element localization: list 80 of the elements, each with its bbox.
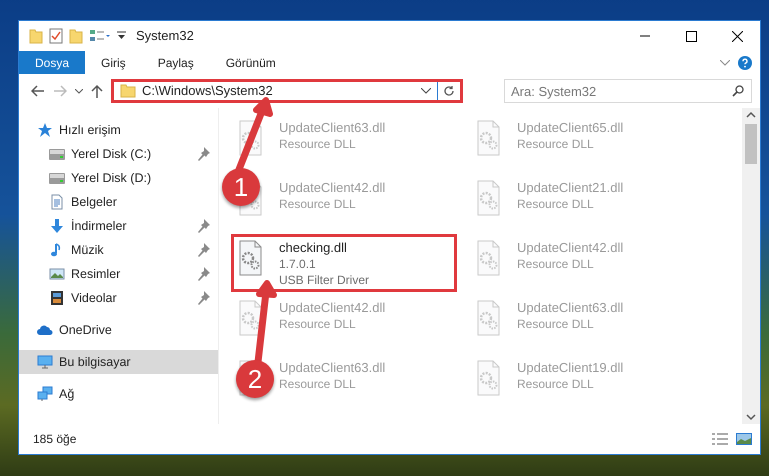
sidebar-item[interactable]: Videolar xyxy=(19,286,218,310)
chevron-icon[interactable] xyxy=(720,60,730,66)
details-view-icon[interactable] xyxy=(712,433,728,445)
maximize-icon xyxy=(686,30,696,42)
address-path: C:\Windows\System32 xyxy=(142,82,274,100)
file-item[interactable]: checking.dll 1.7.0.1 USB Filter Driver xyxy=(231,234,457,292)
dropdown-icon[interactable] xyxy=(117,31,126,41)
minimize-icon xyxy=(640,35,650,37)
sidebar-item[interactable]: Bu bilgisayar xyxy=(19,350,218,374)
sidebar-label: Yerel Disk (C:) xyxy=(71,146,152,163)
help-icon[interactable] xyxy=(738,56,752,70)
file-detail: Resource DLL xyxy=(279,376,357,392)
computer-icon xyxy=(37,354,53,370)
dll-file-icon xyxy=(476,240,501,276)
network-icon xyxy=(37,386,53,402)
sidebar-label: Hızlı erişim xyxy=(59,122,122,139)
file-detail: Resource DLL xyxy=(517,136,595,152)
search-icon xyxy=(732,85,744,97)
sidebar-item[interactable]: Yerel Disk (C:) xyxy=(19,142,218,166)
file-detail: Resource DLL xyxy=(517,376,595,392)
sidebar-label: Müzik xyxy=(71,242,105,259)
file-detail: USB Filter Driver xyxy=(279,272,370,288)
file-name: checking.dll xyxy=(279,240,348,256)
address-bar[interactable]: C:\Windows\System32 xyxy=(111,79,463,103)
window-title: System32 xyxy=(136,27,194,46)
sidebar-label: İndirmeler xyxy=(71,218,128,235)
sidebar-label: Ağ xyxy=(59,386,76,403)
file-detail: Resource DLL xyxy=(279,196,357,212)
dropdown-icon[interactable] xyxy=(421,88,431,94)
sidebar-item[interactable]: Ağ xyxy=(19,382,218,406)
document-icon xyxy=(49,194,65,210)
picture-icon xyxy=(49,266,65,282)
file-detail: Resource DLL xyxy=(517,316,595,332)
file-detail: Resource DLL xyxy=(517,196,595,212)
refresh-icon[interactable] xyxy=(443,85,455,97)
checklist-icon[interactable] xyxy=(49,28,63,44)
drive-icon xyxy=(49,146,65,162)
item-count: 185 öğe xyxy=(33,431,76,448)
sidebar-item[interactable]: İndirmeler xyxy=(19,214,218,238)
scrollbar[interactable] xyxy=(742,108,760,424)
dll-file-icon xyxy=(238,240,263,276)
sidebar-item[interactable]: Resimler xyxy=(19,262,218,286)
ribbon-tab[interactable]: Dosya xyxy=(19,51,86,74)
download-arrow-icon xyxy=(49,218,65,234)
sidebar-item[interactable]: OneDrive xyxy=(19,318,218,342)
sidebar-label: Yerel Disk (D:) xyxy=(71,170,152,187)
sidebar-label: Bu bilgisayar xyxy=(59,354,132,371)
folder-icon xyxy=(120,84,136,98)
file-detail: 1.7.0.1 xyxy=(279,256,317,272)
sidebar-label: OneDrive xyxy=(59,322,113,339)
recent-locations-button[interactable] xyxy=(75,88,83,94)
drive-icon xyxy=(49,170,65,186)
tiles-view-icon[interactable] xyxy=(736,433,752,445)
ribbon-tab[interactable]: Görünüm xyxy=(210,51,292,74)
dll-file-icon xyxy=(238,300,263,336)
dll-file-icon xyxy=(476,120,501,156)
file-detail: Resource DLL xyxy=(279,316,357,332)
sidebar-item[interactable]: Hızlı erişim xyxy=(19,118,218,142)
ribbon-tab[interactable]: Paylaş xyxy=(142,51,210,74)
sidebar-item[interactable]: Müzik xyxy=(19,238,218,262)
close-icon xyxy=(732,30,742,42)
file-detail: Resource DLL xyxy=(279,136,357,152)
sidebar-item[interactable]: Yerel Disk (D:) xyxy=(19,166,218,190)
star-icon xyxy=(37,122,53,138)
sidebar-label: Videolar xyxy=(71,290,118,307)
search-field[interactable]: Ara: System32 xyxy=(504,79,752,103)
dll-file-icon xyxy=(476,180,501,216)
scrollbar-thumb[interactable] xyxy=(745,124,757,164)
sidebar-item[interactable]: Belgeler xyxy=(19,190,218,214)
back-button[interactable] xyxy=(31,85,45,97)
dll-file-icon xyxy=(476,300,501,336)
properties-icon[interactable] xyxy=(89,29,111,43)
sidebar-label: Resimler xyxy=(71,266,122,283)
dll-file-icon xyxy=(238,120,263,156)
ribbon-tab[interactable]: Giriş xyxy=(85,51,142,74)
dll-file-icon xyxy=(476,360,501,396)
file-detail: Resource DLL xyxy=(517,256,595,272)
sidebar-label: Belgeler xyxy=(71,194,118,211)
up-button[interactable] xyxy=(91,84,103,98)
film-icon xyxy=(49,290,65,306)
